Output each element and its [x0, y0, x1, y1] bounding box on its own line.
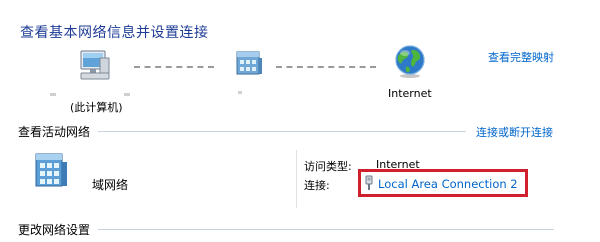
connection-link[interactable]: Local Area Connection 2 — [378, 177, 518, 191]
change-settings-title: 更改网络设置 — [18, 223, 91, 237]
computer-name-redacted — [50, 93, 56, 96]
computer-node[interactable] — [78, 50, 112, 86]
internet-label: Internet — [388, 87, 432, 100]
details-divider — [296, 150, 297, 208]
network-node[interactable] — [234, 48, 264, 82]
network-name: 域网络 — [92, 178, 129, 192]
connection-line-2 — [276, 66, 376, 68]
connection-icon-wrap[interactable] — [364, 175, 374, 195]
domain-network-icon — [35, 153, 67, 187]
network-name-redacted — [238, 91, 242, 94]
computer-name-redacted-2 — [124, 93, 130, 96]
change-settings-divider — [98, 229, 554, 230]
globe-icon — [395, 45, 425, 78]
computer-label: (此计算机) — [70, 101, 123, 114]
computer-icon — [80, 50, 110, 80]
see-full-map-link[interactable]: 查看完整映射 — [488, 49, 554, 65]
page-title: 查看基本网络信息并设置连接 — [20, 25, 209, 41]
connect-disconnect-link[interactable]: 连接或断开连接 — [476, 124, 553, 140]
domain-network-icon-wrap — [32, 150, 72, 196]
internet-node[interactable] — [394, 45, 426, 83]
active-networks-divider — [98, 131, 466, 132]
connections-label: 连接: — [304, 179, 330, 192]
connection-line-1 — [134, 66, 214, 68]
access-type-label: 访问类型: — [304, 160, 352, 173]
active-networks-title: 查看活动网络 — [18, 125, 91, 139]
network-building-icon — [236, 51, 262, 75]
ethernet-plug-icon — [365, 175, 373, 190]
